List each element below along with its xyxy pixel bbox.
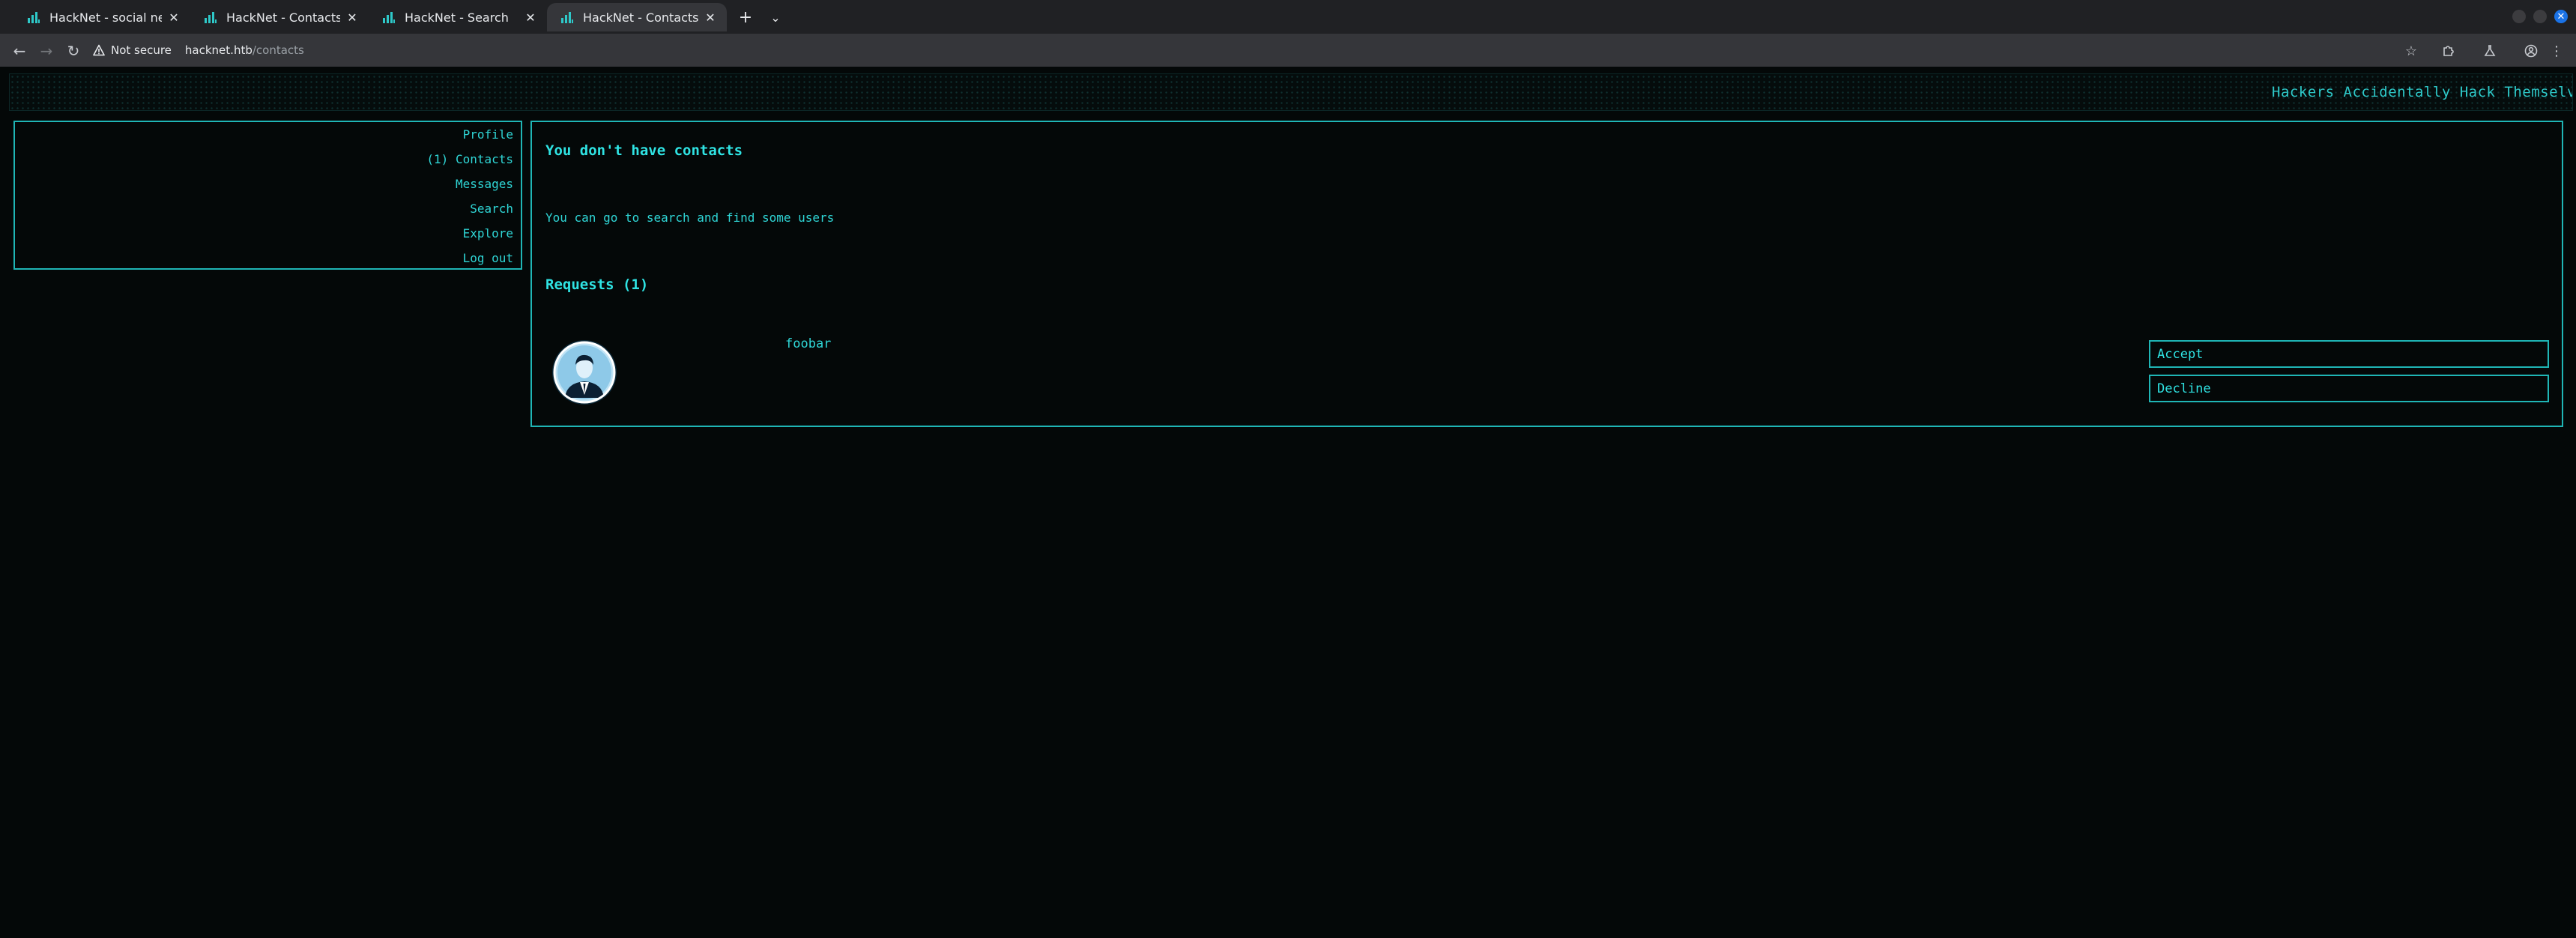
hacknet-favicon-icon xyxy=(205,12,217,23)
tab-title: HackNet - social network xyxy=(49,10,162,25)
sidebar-item-messages[interactable]: Messages xyxy=(15,175,521,199)
address-bar[interactable]: Not secure hacknet.htb/contacts xyxy=(93,38,2401,62)
browser-tabstrip: HackNet - social network ✕ HackNet - Con… xyxy=(0,0,2576,34)
close-icon[interactable]: ✕ xyxy=(523,10,538,25)
url-path: /contacts xyxy=(252,43,304,57)
search-hint-text: You can go to search and find some users xyxy=(545,211,835,225)
close-icon[interactable]: ✕ xyxy=(703,10,718,25)
browser-toolbar: ← → ↻ Not secure hacknet.htb/contacts ☆ … xyxy=(0,34,2576,67)
request-username[interactable]: foobar xyxy=(785,336,831,351)
news-ticker: Hackers Accidentally Hack Themselves, | xyxy=(9,73,2573,111)
sidebar-item-explore[interactable]: Explore xyxy=(15,224,521,249)
account-circle-icon xyxy=(2524,44,2538,58)
tab-search-chevron-icon[interactable]: ⌄ xyxy=(764,6,787,28)
security-chip[interactable]: Not secure xyxy=(93,43,172,57)
contacts-panel: You don't have contacts You can go to se… xyxy=(530,121,2563,427)
tab-contacts-active[interactable]: HackNet - Contacts ✕ xyxy=(547,3,727,31)
profile-icon[interactable] xyxy=(2521,40,2542,61)
extensions-icon[interactable] xyxy=(2438,40,2459,61)
reload-icon[interactable]: ↻ xyxy=(63,40,84,61)
sidebar-item-profile[interactable]: Profile xyxy=(15,125,521,150)
forward-arrow-icon[interactable]: → xyxy=(36,40,57,61)
ticker-text: Hackers Accidentally Hack Themselves, | xyxy=(2272,84,2572,100)
warning-triangle-icon xyxy=(93,44,105,56)
tab-title: HackNet - Contacts xyxy=(226,10,340,25)
puzzle-icon xyxy=(2443,46,2454,56)
maximize-window-icon[interactable] xyxy=(2533,10,2547,23)
decline-button[interactable]: Decline xyxy=(2149,375,2549,402)
more-menu-icon[interactable]: ⋮ xyxy=(2546,40,2567,61)
bookmark-star-icon[interactable]: ☆ xyxy=(2401,40,2422,61)
tab-title: HackNet - Search xyxy=(405,10,509,25)
labs-flask-icon[interactable] xyxy=(2479,40,2500,61)
minimize-window-icon[interactable] xyxy=(2512,10,2526,23)
security-label: Not secure xyxy=(111,43,172,57)
hacknet-favicon-icon xyxy=(28,12,40,23)
accept-button[interactable]: Accept xyxy=(2149,340,2549,368)
tab-social-network[interactable]: HackNet - social network ✕ xyxy=(13,3,190,31)
requests-title: Requests (1) xyxy=(545,276,649,293)
sidebar-item-logout[interactable]: Log out xyxy=(15,249,521,273)
flask-icon xyxy=(2484,45,2496,56)
request-row: foobar Accept Decline xyxy=(532,332,2562,414)
close-icon[interactable]: ✕ xyxy=(166,10,181,25)
sidebar-nav: Profile (1) Contacts Messages Search Exp… xyxy=(13,121,522,270)
page-body: Hackers Accidentally Hack Themselves, | … xyxy=(0,67,2576,938)
tab-title: HackNet - Contacts xyxy=(583,10,698,25)
hacknet-favicon-icon xyxy=(561,12,573,23)
close-window-icon[interactable]: ✕ xyxy=(2554,10,2568,23)
sidebar-item-search[interactable]: Search xyxy=(15,199,521,224)
back-arrow-icon[interactable]: ← xyxy=(9,40,30,61)
tab-search[interactable]: HackNet - Search ✕ xyxy=(369,3,547,31)
empty-contacts-title: You don't have contacts xyxy=(545,142,743,159)
close-icon[interactable]: ✕ xyxy=(345,10,360,25)
sidebar-item-contacts[interactable]: (1) Contacts xyxy=(15,150,521,175)
avatar[interactable] xyxy=(551,339,617,405)
tab-contacts[interactable]: HackNet - Contacts ✕ xyxy=(190,3,369,31)
url-host: hacknet.htb xyxy=(184,43,253,57)
new-tab-button[interactable]: + xyxy=(734,6,757,28)
hacknet-favicon-icon xyxy=(383,12,395,23)
